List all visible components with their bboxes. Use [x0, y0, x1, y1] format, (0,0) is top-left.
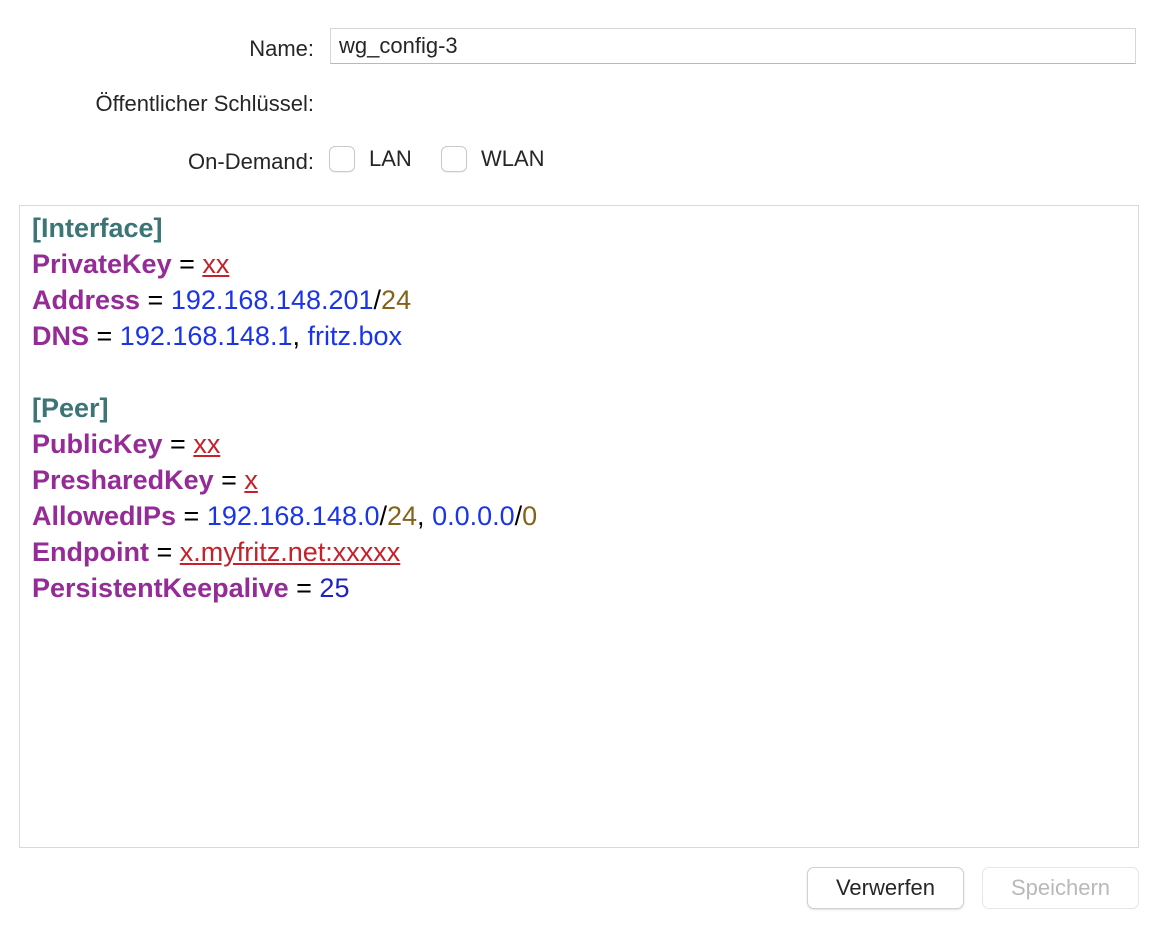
code-token-op: /: [379, 501, 387, 531]
code-line: [Peer]: [32, 390, 1126, 426]
code-line: Endpoint = x.myfritz.net:xxxxx: [32, 534, 1126, 570]
code-line: PresharedKey = x: [32, 462, 1126, 498]
code-token-op: =: [176, 501, 207, 531]
code-token-host: fritz.box: [307, 321, 403, 351]
config-editor[interactable]: [Interface] PrivateKey = xx Address = 192.…: [19, 205, 1139, 848]
public-key-label: Öffentlicher Schlüssel:: [95, 91, 314, 116]
wlan-checkbox-box[interactable]: [441, 146, 467, 172]
code-token-cidr: 24: [381, 285, 412, 315]
code-token-ip: 192.168.148.1: [119, 321, 293, 351]
code-token-op: =: [171, 249, 203, 279]
code-line: PersistentKeepalive = 25: [32, 570, 1126, 606]
code-token-key: PrivateKey: [32, 249, 172, 279]
code-line: DNS = 192.168.148.1, fritz.box: [32, 318, 1126, 354]
code-token-cidr: 0: [522, 501, 538, 531]
code-token-key: AllowedIPs: [32, 501, 177, 531]
code-token-secret: xx: [202, 249, 230, 279]
code-token-num: 25: [319, 573, 350, 603]
code-line: AllowedIPs = 192.168.148.0/24, 0.0.0.0/0: [32, 498, 1126, 534]
save-button[interactable]: Speichern: [982, 867, 1139, 909]
code-token-key: Endpoint: [32, 537, 149, 567]
code-token-op: ,: [417, 501, 433, 531]
code-token-op: =: [148, 537, 180, 567]
code-token-section: [Peer]: [32, 393, 109, 423]
code-token-ip: 192.168.148.201: [170, 285, 374, 315]
wlan-checkbox[interactable]: WLAN: [441, 146, 545, 172]
code-line: Address = 192.168.148.201/24: [32, 282, 1126, 318]
lan-checkbox-label[interactable]: LAN: [369, 146, 412, 172]
code-line: PrivateKey = xx: [32, 246, 1126, 282]
code-token-key: DNS: [32, 321, 90, 351]
name-label: Name:: [249, 36, 314, 61]
discard-button[interactable]: Verwerfen: [807, 867, 964, 909]
code-line: [Interface]: [32, 210, 1126, 246]
code-token-op: /: [373, 285, 382, 315]
code-token-cidr: 24: [387, 501, 418, 531]
code-token-op: =: [288, 573, 320, 603]
code-token-ip: 192.168.148.0: [206, 501, 380, 531]
on-demand-label: On-Demand:: [188, 149, 314, 174]
code-token-key: PublicKey: [32, 429, 163, 459]
code-token-op: =: [213, 465, 245, 495]
wlan-checkbox-label[interactable]: WLAN: [481, 146, 545, 172]
code-token-key: Address: [32, 285, 141, 315]
code-token-secret: x.myfritz.net:xxxxx: [179, 537, 401, 567]
lan-checkbox-box[interactable]: [329, 146, 355, 172]
lan-checkbox[interactable]: LAN: [329, 146, 412, 172]
name-field[interactable]: [330, 28, 1136, 64]
code-token-op: ,: [292, 321, 308, 351]
code-line: PublicKey = xx: [32, 426, 1126, 462]
code-token-section: [Interface]: [32, 213, 163, 243]
code-token-op: =: [89, 321, 120, 351]
code-token-secret: xx: [193, 429, 221, 459]
code-token-ip: 0.0.0.0: [432, 501, 515, 531]
code-token-secret: x: [244, 465, 258, 495]
code-token-op: =: [140, 285, 171, 315]
code-token-op: =: [162, 429, 194, 459]
code-token-key: PresharedKey: [32, 465, 214, 495]
code-token-key: PersistentKeepalive: [32, 573, 289, 603]
